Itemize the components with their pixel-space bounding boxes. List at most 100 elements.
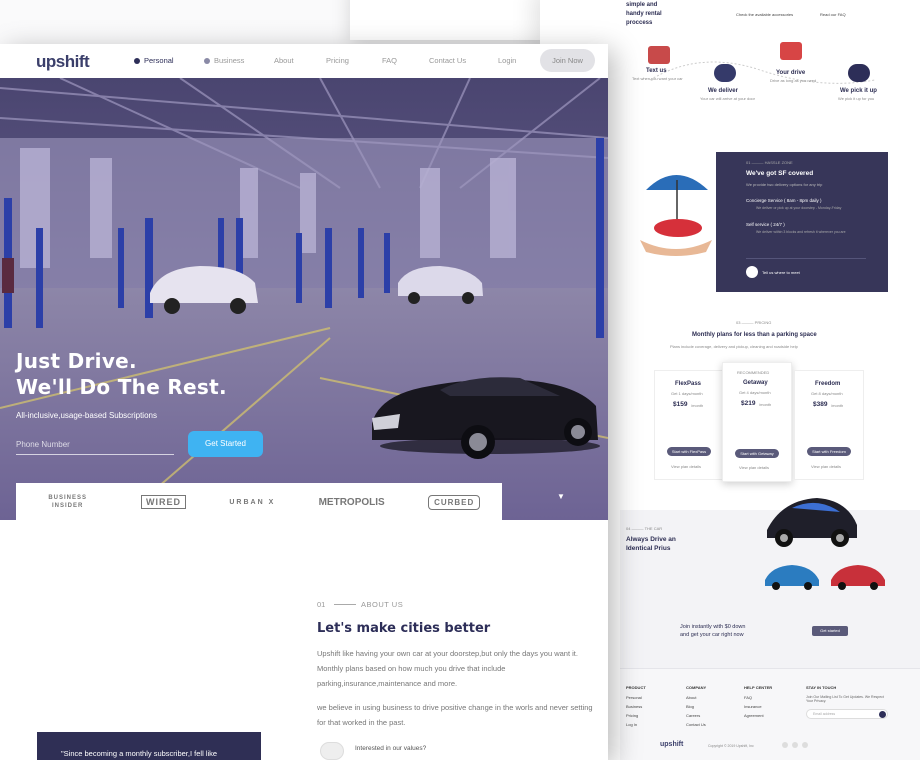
step-4-desc: We pick it up for you [838,96,875,101]
footer-link[interactable]: Careers [686,713,700,718]
top-navbar: upshift Personal Business About Pricing … [0,44,608,78]
pricing-title: Monthly plans for less than a parking sp… [692,332,817,338]
drive-icon [780,42,802,60]
plan-name: Freedom [815,381,841,387]
deliver-icon [714,64,736,82]
rental-title-2: handy rental [626,11,662,17]
plan-more[interactable]: View plan details [811,464,841,469]
avatar [746,266,758,278]
plan-getaway: RECOMMENDED Getaway Get 4 days/month $21… [722,362,792,482]
nav-business[interactable]: Business [204,56,244,65]
footer-company-heading: COMPANY [686,685,707,690]
nav-contact[interactable]: Contact Us [429,56,466,65]
nav-pricing[interactable]: Pricing [326,56,349,65]
cta-text-1: Join instantly with $0 down [680,624,746,630]
ghost-card [350,0,550,40]
plan-more[interactable]: View plan details [739,465,769,470]
twitter-icon[interactable] [792,742,798,748]
plan-sub: Get 1 days/month [671,391,703,396]
about-title: Let's make cities better [317,621,491,636]
link-check[interactable]: Check the available accessories [736,12,793,17]
send-icon[interactable] [879,711,886,718]
personal-dot-icon [134,58,140,65]
covered-item-2-desc: We deliver within 3 blocks and refresh i… [756,230,846,234]
brand-logo[interactable]: upshift [36,52,90,72]
umbrella-car-illustration [640,175,712,256]
plan-button[interactable]: Start with Freedom [807,447,851,456]
pickup-icon [848,64,870,82]
step-3-title: Your drive [776,70,806,76]
about-paragraph-1: Upshift like having your own car at your… [317,649,578,688]
plan-unit: /month [691,403,704,408]
plan-freedom: Freedom Get 8 days/month $389 /month Sta… [794,370,864,480]
mockup-stage: simple and handy rental proccess Check t… [0,0,920,760]
plan-unit: /month [759,402,772,407]
hero-race-car [767,498,857,547]
about-label: ABOUT US [361,600,404,609]
footer-link[interactable]: Personal [626,695,642,700]
link-faq[interactable]: Read our FAQ [820,12,846,17]
footer-link[interactable]: Agreement [744,713,764,718]
footer-link[interactable]: Blog [686,704,694,709]
metropolis-logo: METROPOLIS [318,496,385,508]
hero-title: Just Drive. We'll Do The Rest. [16,348,227,400]
footer-copyright: Copyright © 2019 Upshift, Inc [708,744,754,748]
nav-business-label: Business [214,56,245,65]
hero-title-line-2: We'll Do The Rest. [16,375,227,399]
covered-kicker: 01 ——— HASSLE ZONE [746,160,793,165]
footer-stay-text: Join Our Mailing List To Get Updates. We… [806,695,884,703]
nav-faq[interactable]: FAQ [382,56,397,65]
facebook-icon[interactable] [782,742,788,748]
curbed-logo: CURBED [428,494,481,510]
nav-login[interactable]: Login [498,56,516,65]
plan-button[interactable]: Start with Getaway [735,449,779,458]
covered-footer[interactable]: Tell us where to meet [762,270,800,275]
business-dot-icon [204,58,210,65]
footer-link[interactable]: Business [626,704,642,709]
join-now-button[interactable]: Join Now [540,49,595,72]
car-title-2: Identical Prius [626,545,671,552]
footer-link[interactable]: Log In [626,722,637,727]
footer-link[interactable]: Pricing [626,713,638,718]
footer-link[interactable]: FAQ [744,695,752,700]
cta-text-2: and get your car right now [680,632,744,638]
scroll-down-icon[interactable]: ▼ [557,492,565,501]
get-started-button[interactable]: Get Started [188,431,263,457]
urban-x-logo: URBAN X [229,498,276,506]
plan-name: FlexPass [675,381,702,387]
divider [746,258,866,259]
about-number: 01 [317,600,326,609]
plan-sub: Get 4 days/month [739,390,771,395]
footer-email-input[interactable]: Email address [806,709,888,719]
hero-section: Just Drive. We'll Do The Rest. All-inclu… [0,78,608,520]
footer-link[interactable]: About [686,695,696,700]
testimonial-quote: "Since becoming a monthly subscriber,I f… [37,732,261,760]
plan-button[interactable]: Start with FlexPass [667,447,711,456]
phone-number-input[interactable] [16,435,174,455]
nav-about[interactable]: About [274,56,294,65]
nav-personal-label: Personal [144,56,174,65]
rental-title-1: simple and [626,2,658,8]
plan-more[interactable]: View plan details [671,464,701,469]
plan-flexpass: FlexPass Get 1 days/month $159 /month St… [654,370,724,480]
plan-price: $389 [813,401,828,408]
hero-title-line-1: Just Drive. [16,349,137,373]
values-text: Interested in our values? [355,745,427,752]
blue-car [765,565,819,590]
footer-link[interactable]: Contact Us [686,722,706,727]
step-3-desc: Drive as long as you need [770,78,817,83]
plan-price: $159 [673,401,688,408]
email-placeholder: Email address [813,712,836,716]
step-4-title: We pick it up [840,88,877,94]
footer-link[interactable]: Insurance [744,704,762,709]
text-us-icon [648,46,670,64]
cta-get-started-button[interactable]: Get started [812,626,848,636]
nav-personal[interactable]: Personal [134,56,174,65]
plan-badge: RECOMMENDED [737,370,770,375]
instagram-icon[interactable] [802,742,808,748]
car-kicker: 04 ——— THE CAR [626,526,663,531]
covered-item-1-title: Concierge Service ( 8am - 8pm daily ) [746,198,822,203]
car-title-1: Always Drive an [626,536,676,543]
covered-item-1-desc: We deliver or pick up at your doorstep -… [756,206,842,210]
red-car [831,565,885,590]
